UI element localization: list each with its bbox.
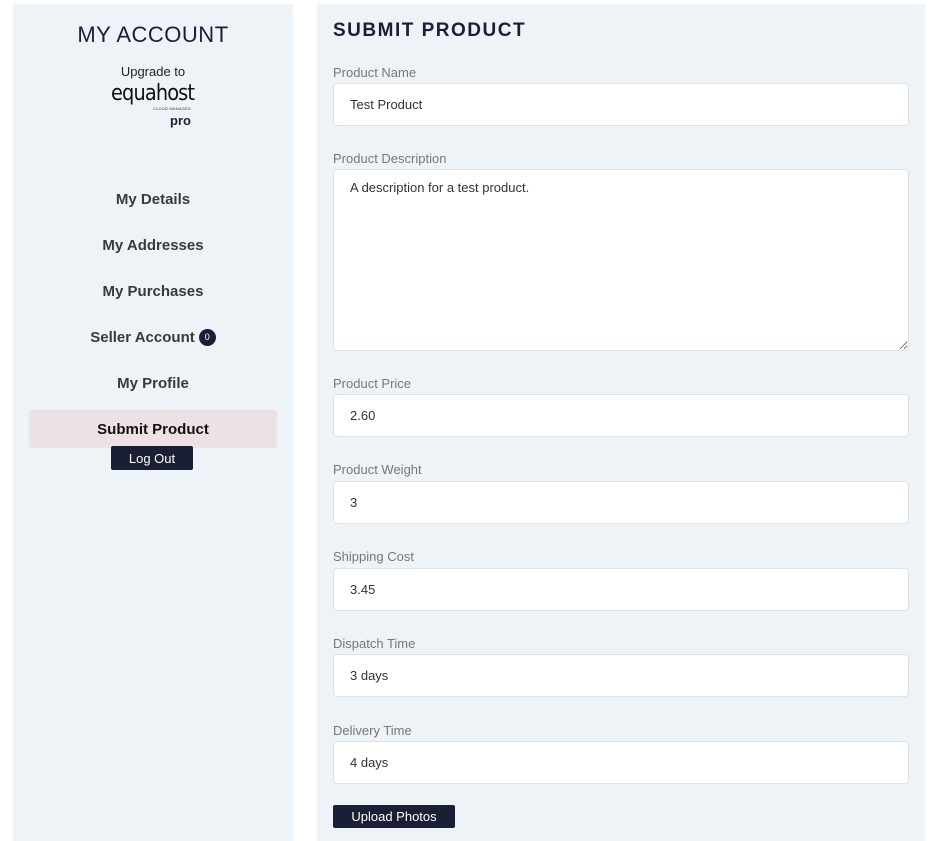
- nav-item-my-addresses[interactable]: My Addresses: [13, 222, 293, 268]
- product-price-label: Product Price: [333, 376, 412, 391]
- upgrade-promo[interactable]: Upgrade to equahost CLOUD MANAGED pro: [13, 64, 293, 142]
- product-price-input[interactable]: [333, 394, 909, 437]
- nav-item-label: My Purchases: [102, 282, 204, 300]
- dispatch-time-label: Dispatch Time: [333, 636, 416, 651]
- nav-item-label: Submit Product: [97, 420, 209, 438]
- shipping-cost-label: Shipping Cost: [333, 549, 414, 564]
- nav-item-my-profile[interactable]: My Profile: [13, 360, 293, 406]
- page: MY ACCOUNT Upgrade to equahost CLOUD MAN…: [0, 0, 946, 841]
- seller-count-badge: 0: [198, 328, 216, 346]
- nav-item-label: My Profile: [117, 374, 189, 392]
- delivery-time-input[interactable]: [333, 741, 909, 784]
- upgrade-label: Upgrade to: [120, 64, 186, 79]
- product-name-input[interactable]: [333, 83, 909, 126]
- nav-item-seller-account[interactable]: Seller Account 0: [13, 314, 293, 360]
- nav-item-label: My Details: [115, 190, 191, 208]
- product-description-textarea[interactable]: A description for a test product.: [333, 169, 909, 351]
- equahost-pro-logo[interactable]: equahost CLOUD MANAGED pro: [111, 81, 195, 137]
- logout-button[interactable]: Log Out: [111, 446, 193, 470]
- submit-product-panel: SUBMIT PRODUCT Product Name Product Desc…: [317, 4, 925, 841]
- nav-item-label: My Addresses: [102, 236, 204, 254]
- nav-item-my-details[interactable]: My Details: [13, 176, 293, 222]
- account-sidebar: MY ACCOUNT Upgrade to equahost CLOUD MAN…: [13, 4, 293, 841]
- nav-item-label: Seller Account: [90, 328, 195, 346]
- product-weight-input[interactable]: [333, 481, 909, 524]
- shipping-cost-input[interactable]: [333, 568, 909, 611]
- dispatch-time-input[interactable]: [333, 654, 909, 697]
- product-description-label: Product Description: [333, 151, 447, 166]
- nav-item-my-purchases[interactable]: My Purchases: [13, 268, 293, 314]
- sidebar-title: MY ACCOUNT: [77, 22, 229, 47]
- brand-tier: pro: [170, 113, 191, 128]
- nav-item-submit-product[interactable]: Submit Product: [29, 410, 277, 448]
- account-nav: My Details My Addresses My Purchases Sel…: [13, 176, 293, 448]
- product-name-label: Product Name: [333, 65, 417, 80]
- upload-photos-button[interactable]: Upload Photos: [333, 805, 455, 828]
- page-title: SUBMIT PRODUCT: [333, 20, 527, 41]
- brand-name: equahost: [111, 81, 195, 106]
- brand-tagline: CLOUD MANAGED: [153, 106, 191, 111]
- product-weight-label: Product Weight: [333, 462, 422, 477]
- delivery-time-label: Delivery Time: [333, 723, 412, 738]
